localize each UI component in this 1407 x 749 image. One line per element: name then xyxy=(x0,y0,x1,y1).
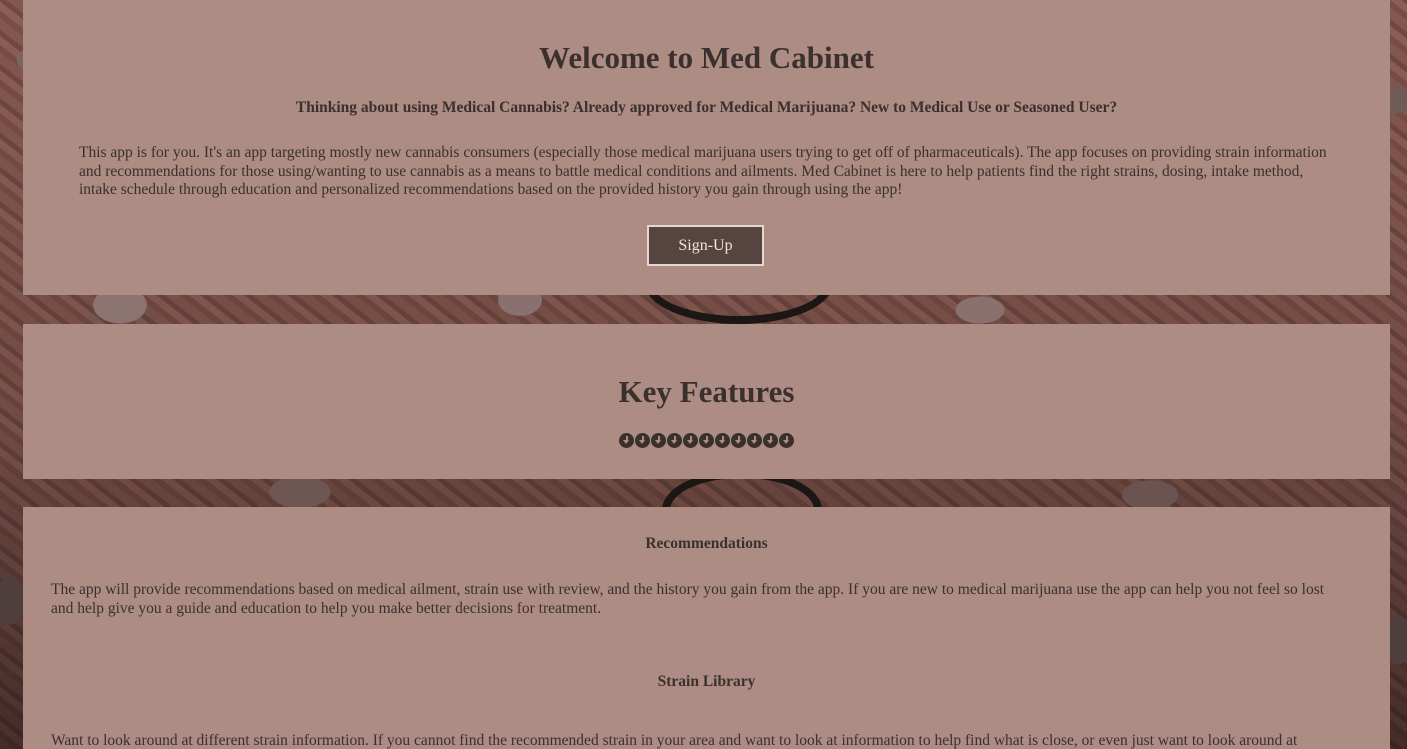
arrow-circle-down-icon xyxy=(731,433,746,448)
recommendations-description: The app will provide recommendations bas… xyxy=(51,581,1325,617)
key-features-panel: Key Features xyxy=(23,324,1390,479)
arrow-circle-down-icon xyxy=(635,433,650,448)
features-detail-panel: Recommendations The app will provide rec… xyxy=(23,507,1390,749)
arrow-circle-down-icon xyxy=(699,433,714,448)
sign-up-button[interactable]: Sign-Up xyxy=(647,225,764,266)
arrow-circle-down-icon xyxy=(747,433,762,448)
recommendations-heading: Recommendations xyxy=(645,535,768,552)
arrow-circle-down-icon xyxy=(683,433,698,448)
welcome-description: This app is for you. It's an app targeti… xyxy=(79,144,1327,198)
arrow-circle-down-icon xyxy=(763,433,778,448)
down-arrow-row xyxy=(23,433,1390,448)
arrow-circle-down-icon xyxy=(779,433,794,448)
arrow-circle-down-icon xyxy=(651,433,666,448)
strain-library-description: Want to look around at different strain … xyxy=(51,732,1298,749)
welcome-panel: Welcome to Med Cabinet Thinking about us… xyxy=(23,0,1390,295)
arrow-circle-down-icon xyxy=(667,433,682,448)
arrow-circle-down-icon xyxy=(715,433,730,448)
welcome-subtitle: Thinking about using Medical Cannabis? A… xyxy=(295,99,1118,116)
strain-library-heading: Strain Library xyxy=(657,673,756,690)
page-title: Welcome to Med Cabinet xyxy=(539,40,874,75)
arrow-circle-down-icon xyxy=(619,433,634,448)
key-features-title: Key Features xyxy=(618,374,795,409)
